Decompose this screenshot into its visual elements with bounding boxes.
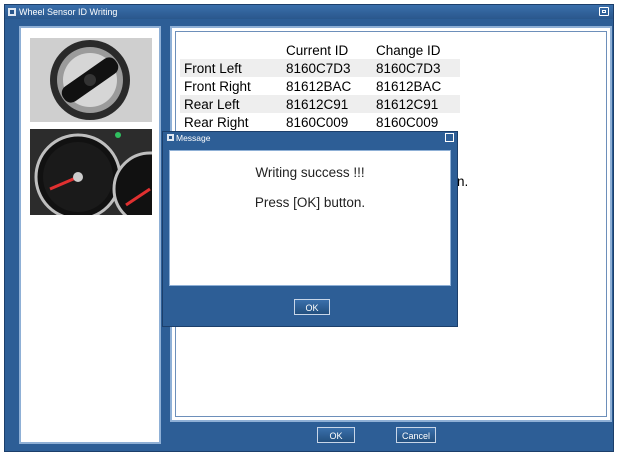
table-header-row: Current ID Change ID [180,41,460,59]
table-row[interactable]: Front Right 81612BAC 81612BAC [180,77,460,95]
gauge-icon [30,129,152,215]
ignition-key-icon [30,38,152,122]
restore-icon [602,10,606,13]
app-icon [8,8,16,16]
image-panel [19,26,161,444]
table-cell-position: Front Left [180,59,282,77]
table-header-position [180,41,282,59]
instruction-message: Press [OK] button. [254,195,366,210]
instrument-cluster-image [30,129,152,215]
table-cell-change-id: 8160C009 [376,114,439,130]
table-row[interactable]: Rear Right 8160C009 8160C009 [180,113,460,131]
ignition-key-image [30,38,152,122]
table-header-current-id: Current ID [282,41,372,59]
table-header-change-id: Change ID [372,41,460,59]
table-cell-current-id: 8160C7D3 [282,59,372,77]
table-cell-position: Front Right [184,78,251,94]
cancel-button[interactable]: Cancel [396,427,436,443]
table-row[interactable]: Front Left 8160C7D3 8160C7D3 [180,59,460,77]
title-bar: Wheel Sensor ID Writing [5,5,613,19]
dialog-title: Message [176,133,211,143]
table-cell-change-id: 81612BAC [376,78,442,94]
success-message: Writing success !!! [255,165,365,180]
dialog-message-area: Writing success !!! Press [OK] button. [169,150,451,286]
wheel-sensor-table: Current ID Change ID Front Left 8160C7D3… [180,41,460,131]
ok-button[interactable]: OK [317,427,355,443]
table-cell-position: Rear Right [184,114,249,130]
window-control-button[interactable] [599,7,609,16]
message-dialog: Message Writing success !!! Press [OK] b… [162,131,458,327]
obscured-instruction-text: n. [457,174,469,189]
table-cell-current-id: 81612C91 [282,95,372,113]
table-cell-change-id: 8160C7D3 [372,59,460,77]
table-cell-current-id: 81612BAC [286,78,352,94]
table-cell-change-id: 81612C91 [372,95,460,113]
dialog-ok-button[interactable]: OK [294,299,330,315]
table-row[interactable]: Rear Left 81612C91 81612C91 [180,95,460,113]
window-title: Wheel Sensor ID Writing [19,7,118,17]
table-cell-current-id: 8160C009 [286,114,349,130]
table-cell-position: Rear Left [180,95,282,113]
dialog-title-bar: Message [163,132,457,144]
dialog-control-button[interactable] [445,133,454,142]
dialog-app-icon [167,134,174,141]
